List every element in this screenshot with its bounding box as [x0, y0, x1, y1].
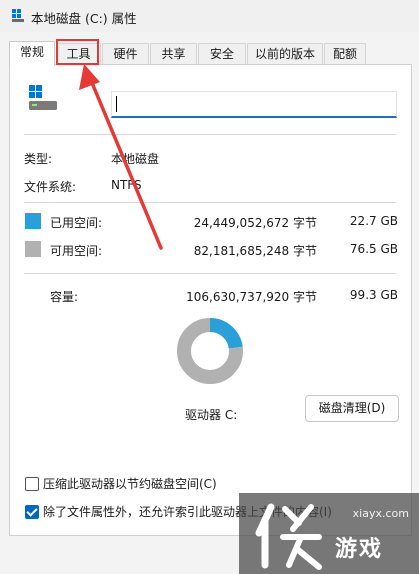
watermark-text: 游戏 [335, 537, 384, 562]
watermark-site: xiayx.com [352, 507, 409, 520]
red-arrow-annotation [79, 64, 163, 250]
watermark-logo-icon [255, 503, 322, 570]
watermark: xiayx.com 游戏 [239, 493, 419, 574]
properties-window: 本地磁盘 (C:) 属性 常规 工具 硬件 共享 安全 以前的版本 配额 类型:… [0, 0, 419, 574]
